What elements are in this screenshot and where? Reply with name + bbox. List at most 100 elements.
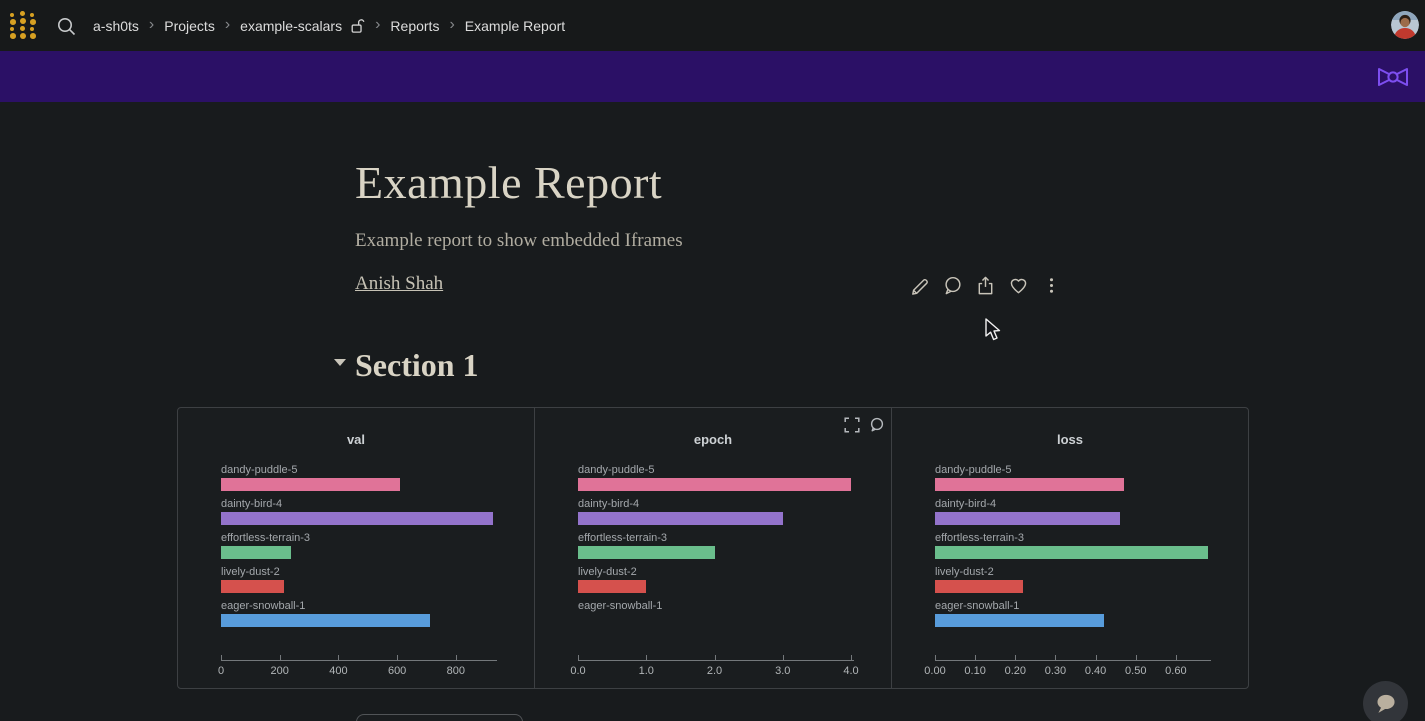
x-tick xyxy=(397,655,398,661)
run-bar xyxy=(935,512,1120,525)
comment-icon[interactable] xyxy=(868,416,885,433)
x-tick-label: 0.20 xyxy=(1005,665,1026,677)
panel-hover-toolbar xyxy=(843,416,885,433)
breadcrumb-item-a-sh0ts[interactable]: a-sh0ts xyxy=(93,18,139,34)
x-tick-label: 0 xyxy=(218,665,224,677)
chat-launcher-button[interactable] xyxy=(1363,681,1408,721)
chart-row: dandy-puddle-5 xyxy=(935,464,1208,498)
logo-dot xyxy=(30,13,34,17)
breadcrumb-item-reports[interactable]: Reports xyxy=(390,18,439,34)
run-bar xyxy=(935,546,1208,559)
x-tick-label: 0.10 xyxy=(964,665,985,677)
x-tick-label: 200 xyxy=(271,665,289,677)
x-tick-label: 0.50 xyxy=(1125,665,1146,677)
x-tick xyxy=(221,655,222,661)
wandb-logo-icon[interactable] xyxy=(8,11,38,41)
top-navigation-bar: a-sh0ts › Projects › example-scalars › Reports… xyxy=(0,0,1425,51)
run-bar xyxy=(578,546,715,559)
section-title: Section 1 xyxy=(355,347,479,384)
run-label: lively-dust-2 xyxy=(578,566,851,578)
run-label: dandy-puddle-5 xyxy=(935,464,1208,476)
run-bar xyxy=(221,614,430,627)
breadcrumb-separator: › xyxy=(449,17,454,35)
breadcrumb-separator: › xyxy=(375,17,380,35)
chart-row: effortless-terrain-3 xyxy=(221,532,494,566)
x-axis-line xyxy=(578,660,854,661)
logo-dot xyxy=(10,27,14,31)
x-tick xyxy=(578,655,579,661)
chart-x-axis: 0200400600800 xyxy=(221,654,497,686)
chart-panel-val[interactable]: val dandy-puddle-5dainty-bird-4effortles… xyxy=(178,408,534,688)
run-label: lively-dust-2 xyxy=(221,566,494,578)
share-export-icon[interactable] xyxy=(974,273,996,297)
run-bar xyxy=(221,546,291,559)
run-label: eager-snowball-1 xyxy=(221,600,494,612)
search-icon[interactable] xyxy=(53,13,79,39)
x-tick-label: 2.0 xyxy=(707,665,722,677)
more-kebab-icon[interactable] xyxy=(1040,273,1062,297)
run-label: effortless-terrain-3 xyxy=(221,532,494,544)
comment-bubble-icon[interactable] xyxy=(941,273,963,297)
run-bar xyxy=(935,478,1124,491)
run-bar xyxy=(221,512,493,525)
run-label: lively-dust-2 xyxy=(935,566,1208,578)
report-banner xyxy=(0,51,1425,102)
chart-row: effortless-terrain-3 xyxy=(935,532,1208,566)
chart-bars: dandy-puddle-5dainty-bird-4effortless-te… xyxy=(578,464,851,634)
x-tick-label: 0.00 xyxy=(924,665,945,677)
x-tick xyxy=(1136,655,1137,661)
report-actions-toolbar xyxy=(908,273,1062,297)
logo-dot xyxy=(10,33,16,39)
section-collapse-caret[interactable] xyxy=(334,359,346,366)
chart-bars: dandy-puddle-5dainty-bird-4effortless-te… xyxy=(221,464,494,634)
mouse-cursor xyxy=(984,318,1003,342)
x-tick xyxy=(338,655,339,661)
chart-row: dainty-bird-4 xyxy=(578,498,851,532)
chart-row: dainty-bird-4 xyxy=(935,498,1208,532)
x-tick xyxy=(1176,655,1177,661)
x-tick-label: 600 xyxy=(388,665,406,677)
bowtie-icon[interactable] xyxy=(1375,64,1411,90)
run-bar xyxy=(578,580,646,593)
x-tick xyxy=(646,655,647,661)
breadcrumb: a-sh0ts › Projects › example-scalars › Reports… xyxy=(93,0,565,51)
unlock-icon xyxy=(350,17,365,34)
breadcrumb-item-example-report[interactable]: Example Report xyxy=(465,18,565,34)
chart-title: loss xyxy=(892,432,1248,447)
x-tick-label: 4.0 xyxy=(843,665,858,677)
user-avatar[interactable] xyxy=(1391,11,1419,39)
x-tick xyxy=(975,655,976,661)
fullscreen-icon[interactable] xyxy=(843,416,860,433)
logo-dot xyxy=(30,27,34,31)
chart-title: epoch xyxy=(535,432,891,447)
run-bar xyxy=(935,614,1104,627)
chart-panel-loss[interactable]: loss dandy-puddle-5 dainty-bird-4effortle… xyxy=(891,408,1248,688)
next-panel-partial[interactable] xyxy=(356,714,523,721)
run-bar xyxy=(221,478,400,491)
chart-row: eager-snowball-1 xyxy=(935,600,1208,634)
edit-pencil-icon[interactable] xyxy=(908,273,930,297)
run-bar xyxy=(578,512,783,525)
like-heart-icon[interactable] xyxy=(1007,273,1029,297)
chart-panel-epoch[interactable]: epoch dandy-puddle-5dainty-bird-4effortl… xyxy=(534,408,891,688)
report-description: Example report to show embedded Iframes xyxy=(355,230,683,252)
run-label: eager-snowball-1 xyxy=(935,600,1208,612)
logo-dot xyxy=(30,33,36,39)
breadcrumb-separator: › xyxy=(149,17,154,35)
run-label: dainty-bird-4 xyxy=(578,498,851,510)
chart-row: dandy-puddle-5 xyxy=(221,464,494,498)
breadcrumb-item-example-scalars[interactable]: example-scalars xyxy=(240,18,342,34)
chart-row: lively-dust-2 xyxy=(935,566,1208,600)
chart-row: eager-snowball-1 xyxy=(221,600,494,634)
x-tick xyxy=(935,655,936,661)
chart-title: val xyxy=(178,432,534,447)
x-tick xyxy=(851,655,852,661)
breadcrumb-item-projects[interactable]: Projects xyxy=(164,18,215,34)
chat-bubble-icon xyxy=(1373,691,1398,716)
x-tick-label: 0.60 xyxy=(1165,665,1186,677)
chart-row: dainty-bird-4 xyxy=(221,498,494,532)
run-label: dandy-puddle-5 xyxy=(578,464,851,476)
report-author-link[interactable]: Anish Shah xyxy=(355,273,443,295)
x-tick-label: 3.0 xyxy=(775,665,790,677)
run-bar xyxy=(935,580,1023,593)
